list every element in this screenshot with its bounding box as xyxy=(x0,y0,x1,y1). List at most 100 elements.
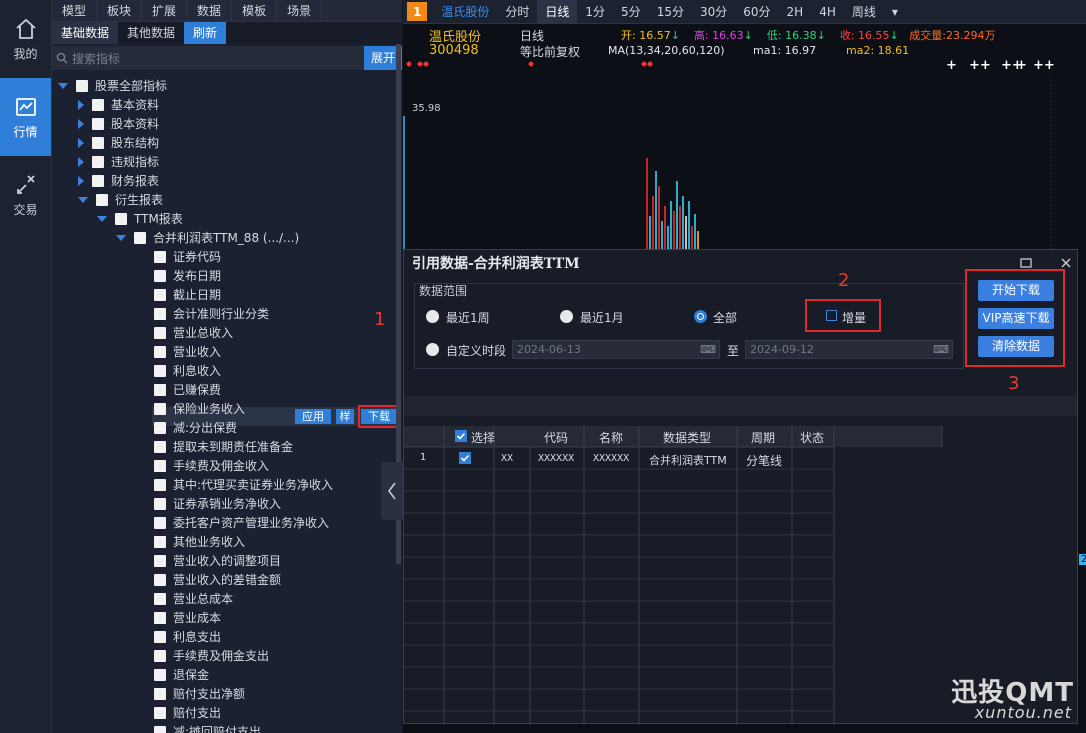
radio-last-week[interactable] xyxy=(426,310,439,323)
tree-field-item[interactable]: 证券承销业务净收入 xyxy=(154,494,281,513)
select-all-checkbox[interactable] xyxy=(455,430,467,442)
checkbox[interactable] xyxy=(154,516,166,529)
col-status[interactable]: 状态 xyxy=(800,429,824,446)
checkbox[interactable] xyxy=(154,250,166,263)
checkbox[interactable] xyxy=(154,706,166,719)
period-tab[interactable]: 1分 xyxy=(577,0,613,23)
tab-extension[interactable]: 扩展 xyxy=(142,0,188,21)
tree-field-item[interactable]: 其他业务收入 xyxy=(154,532,245,551)
tab-data[interactable]: 数据 xyxy=(187,0,233,21)
tree-item-violations[interactable]: 违规指标 xyxy=(78,152,159,171)
col-data-type[interactable]: 数据类型 xyxy=(663,429,711,446)
period-tab[interactable]: 分时 xyxy=(497,0,537,23)
checkbox[interactable] xyxy=(92,136,104,149)
checkbox[interactable] xyxy=(92,155,104,168)
checkbox[interactable] xyxy=(76,79,88,92)
sample-button[interactable]: 样 xyxy=(336,409,354,424)
tree-field-item[interactable]: 手续费及佣金支出 xyxy=(154,646,269,665)
tree-field-item[interactable]: 发布日期 xyxy=(154,266,221,285)
nav-trade[interactable]: 交易 xyxy=(0,156,51,234)
tree-field-item[interactable]: 会计准则行业分类 xyxy=(154,304,269,323)
tab-sector[interactable]: 板块 xyxy=(97,0,143,21)
period-tab[interactable]: 周线 xyxy=(844,0,884,23)
checkbox[interactable] xyxy=(154,383,166,396)
expand-icon[interactable] xyxy=(78,99,84,110)
keyboard-icon[interactable]: ⌨ xyxy=(933,341,949,358)
period-tab[interactable]: 4H xyxy=(811,0,844,23)
maximize-icon[interactable] xyxy=(1019,256,1033,270)
expand-icon[interactable] xyxy=(78,137,84,148)
apply-button[interactable]: 应用 xyxy=(295,409,331,424)
checkbox[interactable] xyxy=(154,554,166,567)
checkbox[interactable] xyxy=(92,117,104,130)
expand-icon[interactable] xyxy=(78,156,84,167)
checkbox[interactable] xyxy=(154,307,166,320)
tree-item-income-ttm[interactable]: 合并利润表TTM_88 (.../...) xyxy=(116,228,299,247)
date-to-input[interactable]: 2024-09-12 ⌨ xyxy=(745,340,953,359)
tree-item-share-capital[interactable]: 股本资料 xyxy=(78,114,159,133)
collapse-icon[interactable] xyxy=(97,215,107,222)
keyboard-icon[interactable]: ⌨ xyxy=(700,341,716,358)
tree-field-item[interactable]: 营业收入 xyxy=(154,342,221,361)
checkbox[interactable] xyxy=(154,421,166,434)
checkbox[interactable] xyxy=(154,459,166,472)
tree-field-item[interactable]: 营业成本 xyxy=(154,608,221,627)
checkbox[interactable] xyxy=(154,725,166,733)
checkbox[interactable] xyxy=(154,668,166,681)
expand-icon[interactable] xyxy=(78,118,84,129)
tree-field-item[interactable]: 减:摊回赔付支出 xyxy=(154,722,261,733)
tab-template[interactable]: 模板 xyxy=(232,0,278,21)
checkbox[interactable] xyxy=(154,269,166,282)
col-period[interactable]: 周期 xyxy=(751,429,775,446)
tab-other-data[interactable]: 其他数据 xyxy=(118,22,184,44)
tree-field-item[interactable]: 营业收入的调整项目 xyxy=(154,551,281,570)
checkbox[interactable] xyxy=(96,193,108,206)
period-tab[interactable]: 60分 xyxy=(735,0,778,23)
checkbox[interactable] xyxy=(154,478,166,491)
collapse-icon[interactable] xyxy=(78,196,88,203)
tree-field-item[interactable]: 手续费及佣金收入 xyxy=(154,456,269,475)
checkbox[interactable] xyxy=(154,402,166,415)
checkbox[interactable] xyxy=(154,364,166,377)
more-periods-dropdown[interactable]: ▾ xyxy=(884,0,906,23)
tree-field-item[interactable]: 赔付支出净额 xyxy=(154,684,245,703)
collapse-icon[interactable] xyxy=(116,234,126,241)
checkbox[interactable] xyxy=(154,345,166,358)
tree-field-item[interactable]: 截止日期 xyxy=(154,285,221,304)
stock-name-tab[interactable]: 温氏股份 xyxy=(433,0,497,23)
radio-custom-range[interactable] xyxy=(426,343,439,356)
tree-field-item[interactable]: 退保金 xyxy=(154,665,209,684)
period-tab[interactable]: 5分 xyxy=(613,0,649,23)
period-tab-active[interactable]: 日线 xyxy=(537,0,578,23)
close-icon[interactable] xyxy=(1059,256,1073,270)
tree-field-item[interactable]: 减:分出保费 xyxy=(154,418,237,437)
tree-item-shareholders[interactable]: 股东结构 xyxy=(78,133,159,152)
search-input[interactable]: 搜索指标 xyxy=(52,46,364,70)
tree-item-financials[interactable]: 财务报表 xyxy=(78,171,159,190)
col-select[interactable]: 选择 xyxy=(471,429,495,446)
checkbox[interactable] xyxy=(92,174,104,187)
checkbox[interactable] xyxy=(92,98,104,111)
checkbox[interactable] xyxy=(154,573,166,586)
tree-field-item[interactable]: 已赚保费 xyxy=(154,380,221,399)
tree-item-derived[interactable]: 衍生报表 xyxy=(78,190,163,209)
checkbox[interactable] xyxy=(154,687,166,700)
tree-field-item[interactable]: 营业总成本 xyxy=(154,589,233,608)
col-name[interactable]: 名称 xyxy=(599,429,623,446)
collapse-icon[interactable] xyxy=(58,82,68,89)
tree-field-item[interactable]: 保险业务收入 xyxy=(154,399,245,418)
checkbox[interactable] xyxy=(115,212,127,225)
nav-mine[interactable]: 我的 xyxy=(0,0,51,78)
row-checkbox[interactable] xyxy=(459,452,471,464)
tab-model[interactable]: 模型 xyxy=(52,0,98,21)
radio-all[interactable] xyxy=(694,310,707,323)
tab-scene[interactable]: 场景 xyxy=(277,0,323,21)
checkbox[interactable] xyxy=(154,326,166,339)
tree-field-item[interactable]: 其中:代理买卖证券业务净收入 xyxy=(154,475,333,494)
tree-field-item[interactable]: 提取未到期责任准备金 xyxy=(154,437,293,456)
checkbox[interactable] xyxy=(154,535,166,548)
tree-item-basic-info[interactable]: 基本资料 xyxy=(78,95,159,114)
nav-market[interactable]: 行情 xyxy=(0,78,51,156)
collapse-panel-handle[interactable] xyxy=(381,462,403,520)
tree-root[interactable]: 股票全部指标 xyxy=(58,76,167,95)
